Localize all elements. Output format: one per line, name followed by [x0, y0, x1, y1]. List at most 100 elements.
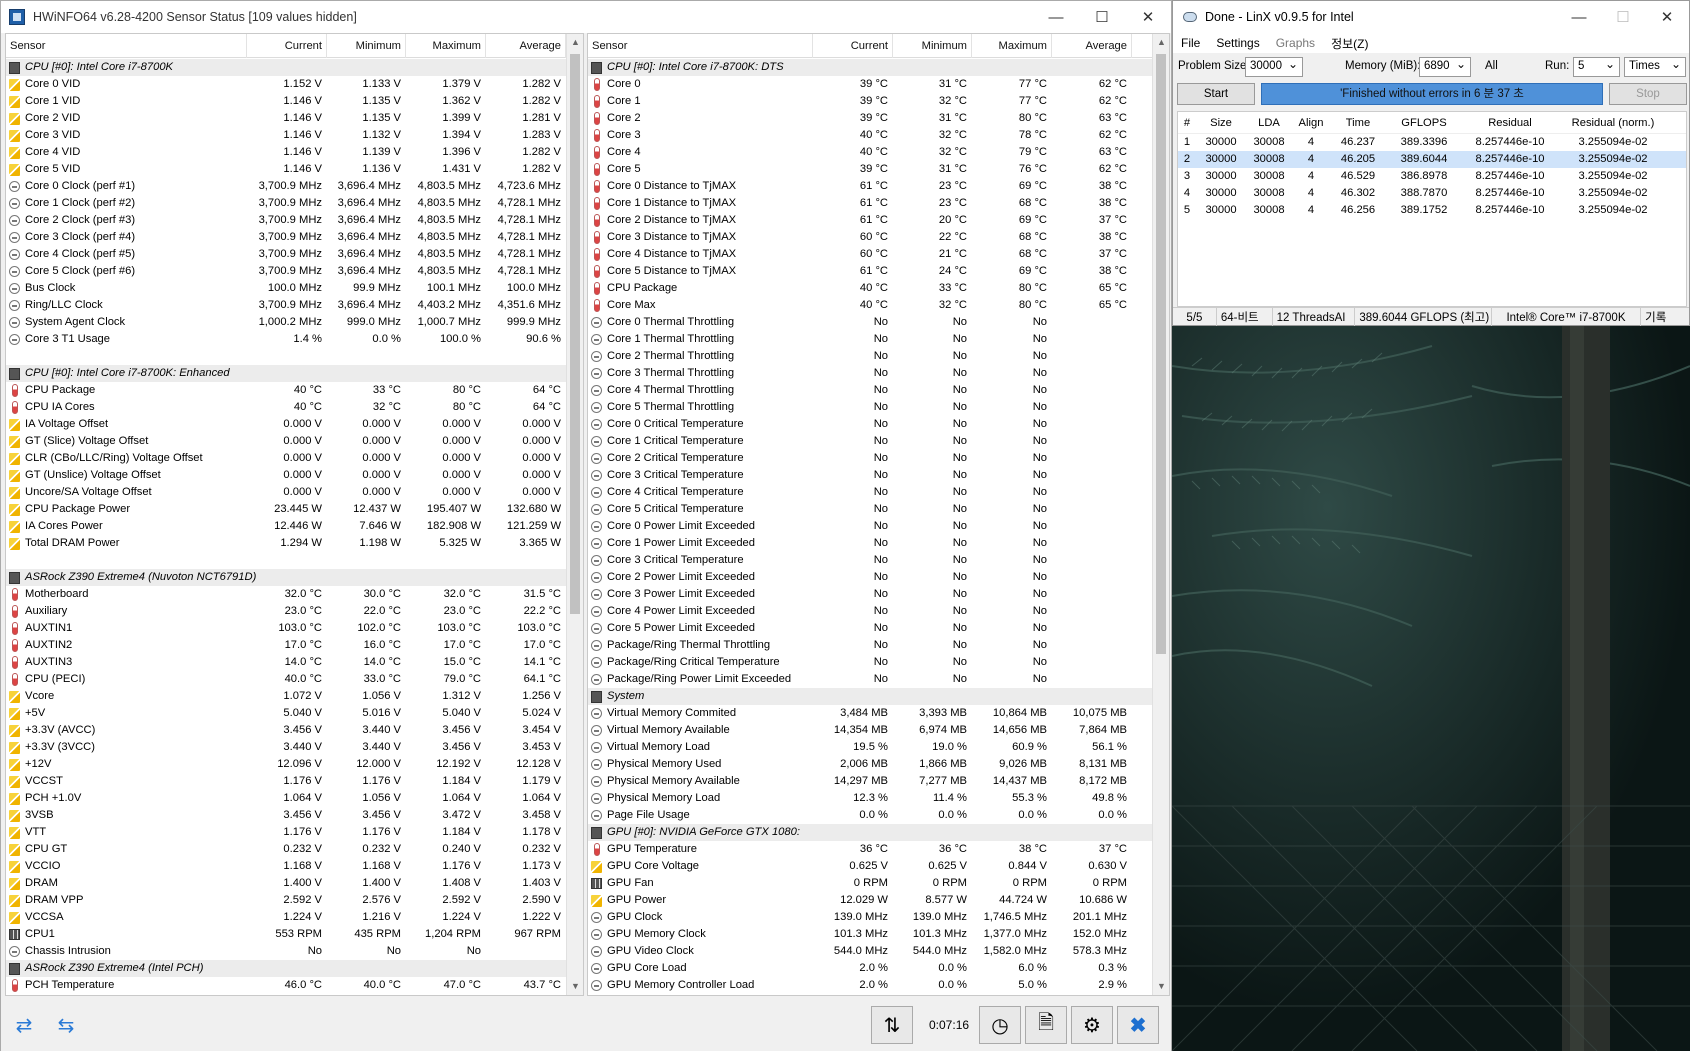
sensor-row[interactable]: Page File Usage 0.0 % 0.0 % 0.0 % 0.0 % — [588, 807, 1169, 824]
sensor-row[interactable]: Chassis Intrusion No No No — [6, 943, 583, 960]
column-average[interactable]: Average — [1052, 34, 1132, 58]
sensor-row[interactable]: Total DRAM Power 1.294 W 1.198 W 5.325 W 3.3… — [6, 535, 583, 552]
sensor-row[interactable]: GPU Video Engine Load0.0 %0.0 %0.0 %0.0 … — [588, 994, 1169, 995]
status-log[interactable]: 기록 — [1641, 308, 1689, 327]
sensor-row[interactable]: CPU (PECI) 40.0 °C 33.0 °C 79.0 °C 64.1 °C — [6, 671, 583, 688]
sensor-row[interactable]: Core 5 39 °C 31 °C 76 °C 62 °C — [588, 161, 1169, 178]
stop-button[interactable]: Stop — [1609, 83, 1687, 105]
sensor-row[interactable]: Core Max 40 °C 32 °C 80 °C 65 °C — [588, 297, 1169, 314]
close-icon[interactable]: ✕ — [1125, 1, 1171, 33]
scroll-thumb[interactable] — [1156, 54, 1166, 654]
sensor-row[interactable]: Ring/LLC Clock 3,700.9 MHz 3,696.4 MHz 4,40… — [6, 297, 583, 314]
results-column-header[interactable]: LDA — [1246, 112, 1292, 133]
sensor-row[interactable]: Physical Memory Used 2,006 MB 1,866 MB 9,02… — [588, 756, 1169, 773]
scrollbar-right[interactable]: ▲ ▼ — [1152, 34, 1169, 995]
sensor-row[interactable]: CPU1 553 RPM 435 RPM 1,204 RPM 967 RPM — [6, 926, 583, 943]
sensor-row[interactable]: Core 4 Clock (perf #5) 3,700.9 MHz 3,696.4… — [6, 246, 583, 263]
sensor-row[interactable]: Core 1 Thermal Throttling No No No — [588, 331, 1169, 348]
sensor-row[interactable]: CLR (CBo/LLC/Ring) Voltage Offset 0.000 V… — [6, 450, 583, 467]
sensor-row[interactable]: Core 2 Distance to TjMAX 61 °C 20 °C 69 °C 3… — [588, 212, 1169, 229]
sensor-row[interactable]: Package/Ring Critical Temperature No No No — [588, 654, 1169, 671]
run-count-select[interactable]: 5 — [1573, 57, 1620, 77]
sensor-row[interactable]: VCCIO 1.168 V 1.168 V 1.176 V 1.173 V — [6, 858, 583, 875]
collapse-arrows-icon[interactable]: ⇆ — [47, 1006, 85, 1044]
scroll-down-icon[interactable]: ▼ — [1153, 978, 1169, 995]
sensor-row[interactable]: Core 5 Power Limit Exceeded No No No — [588, 620, 1169, 637]
minimize-icon[interactable]: — — [1033, 1, 1079, 33]
sensor-row[interactable]: Core 4 40 °C 32 °C 79 °C 63 °C — [588, 144, 1169, 161]
sensor-row[interactable]: GPU Memory Controller Load 2.0 % 0.0 % 5.0 … — [588, 977, 1169, 994]
sensor-row[interactable]: Core 1 Power Limit Exceeded No No No — [588, 535, 1169, 552]
sensor-row[interactable]: GPU Core Load 2.0 % 0.0 % 6.0 % 0.3 % — [588, 960, 1169, 977]
column-maximum[interactable]: Maximum — [972, 34, 1052, 58]
settings-gear-icon[interactable]: ⚙ — [1071, 1006, 1113, 1044]
sensor-group[interactable]: System — [588, 688, 1169, 705]
column-maximum[interactable]: Maximum — [406, 34, 486, 58]
sensor-row[interactable]: Virtual Memory Commited 3,484 MB 3,393 MB 1… — [588, 705, 1169, 722]
sensor-row[interactable]: Core 0 Critical Temperature No No No — [588, 416, 1169, 433]
sensor-row[interactable]: GPU Temperature 36 °C 36 °C 38 °C 37 °C — [588, 841, 1169, 858]
sensor-row[interactable]: Virtual Memory Available 14,354 MB 6,974 M… — [588, 722, 1169, 739]
column-current[interactable]: Current — [813, 34, 893, 58]
sensor-row[interactable]: CPU Package 40 °C 33 °C 80 °C 65 °C — [588, 280, 1169, 297]
results-column-header[interactable]: # — [1178, 112, 1196, 133]
results-column-header[interactable]: Align — [1292, 112, 1330, 133]
close-icon[interactable]: ✕ — [1645, 1, 1689, 33]
sensor-row[interactable]: Core 2 39 °C 31 °C 80 °C 63 °C — [588, 110, 1169, 127]
sensor-row[interactable]: DRAM 1.400 V 1.400 V 1.408 V 1.403 V — [6, 875, 583, 892]
sensor-row[interactable]: Core 2 VID 1.146 V 1.135 V 1.399 V 1.281 V — [6, 110, 583, 127]
sensor-row[interactable]: Core 3 Thermal Throttling No No No — [588, 365, 1169, 382]
sensor-row[interactable]: DRAM VPP 2.592 V 2.576 V 2.592 V 2.590 V — [6, 892, 583, 909]
sensor-row[interactable]: 3VSB 3.456 V 3.456 V 3.472 V 3.458 V — [6, 807, 583, 824]
menu-info[interactable]: 정보(Z) — [1323, 35, 1376, 52]
blank-row[interactable] — [6, 348, 583, 365]
sensor-row[interactable]: Auxiliary 23.0 °C 22.0 °C 23.0 °C 22.2 °C — [6, 603, 583, 620]
sensor-row[interactable]: GPU Fan 0 RPM 0 RPM 0 RPM 0 RPM — [588, 875, 1169, 892]
sensor-row[interactable]: Core 5 Distance to TjMAX 61 °C 24 °C 69 °C 3… — [588, 263, 1169, 280]
sensor-row[interactable]: Core 1 Clock (perf #2) 3,700.9 MHz 3,696.4… — [6, 195, 583, 212]
sensor-row[interactable]: GT (Unslice) Voltage Offset 0.000 V 0.000 … — [6, 467, 583, 484]
linx-title-bar[interactable]: Done - LinX v0.9.5 for Intel — ☐ ✕ — [1173, 1, 1689, 33]
start-button[interactable]: Start — [1177, 83, 1255, 105]
sensor-row[interactable]: Core 4 Thermal Throttling No No No — [588, 382, 1169, 399]
sensor-row[interactable]: Motherboard 32.0 °C 30.0 °C 32.0 °C 31.5 °C — [6, 586, 583, 603]
sensor-row[interactable]: Core 2 Thermal Throttling No No No — [588, 348, 1169, 365]
sensor-row[interactable]: VTT 1.176 V 1.176 V 1.184 V 1.178 V — [6, 824, 583, 841]
sensor-row[interactable]: CPU IA Cores 40 °C 32 °C 80 °C 64 °C — [6, 399, 583, 416]
sensor-group[interactable]: CPU [#0]: Intel Core i7-8700K — [6, 59, 583, 76]
sensor-pane-left[interactable]: Sensor Current Minimum Maximum Average C… — [5, 33, 584, 996]
sensor-row[interactable]: Core 3 VID 1.146 V 1.132 V 1.394 V 1.283 V — [6, 127, 583, 144]
sensor-row[interactable]: GPU Power 12.029 W 8.577 W 44.724 W 10.686 W — [588, 892, 1169, 909]
sensor-row[interactable]: PCH Temperature 46.0 °C 40.0 °C 47.0 °C 43.7… — [6, 977, 583, 994]
sensor-row[interactable]: +3.3V (3VCC) 3.440 V 3.440 V 3.456 V 3.453 V — [6, 739, 583, 756]
results-table[interactable]: # Size LDA Align Time GFLOPS Residual Residual … — [1177, 111, 1687, 307]
sensor-group[interactable]: GPU [#0]: NVIDIA GeForce GTX 1080: — [588, 824, 1169, 841]
results-column-header[interactable]: Time — [1330, 112, 1386, 133]
problem-size-select[interactable]: 30000 — [1245, 57, 1303, 77]
sensor-row[interactable]: PCH +1.0V 1.064 V 1.056 V 1.064 V 1.064 V — [6, 790, 583, 807]
scroll-down-icon[interactable]: ▼ — [567, 978, 583, 995]
sensor-row[interactable]: Core 2 Clock (perf #3) 3,700.9 MHz 3,696.4… — [6, 212, 583, 229]
sensor-row[interactable]: Core 0 39 °C 31 °C 77 °C 62 °C — [588, 76, 1169, 93]
sensor-row[interactable]: GT (Slice) Voltage Offset 0.000 V 0.000 V 0… — [6, 433, 583, 450]
sensor-row[interactable]: IA Voltage Offset 0.000 V 0.000 V 0.000 V 0.… — [6, 416, 583, 433]
sensor-row[interactable]: Core 5 VID 1.146 V 1.136 V 1.431 V 1.282 V — [6, 161, 583, 178]
results-column-header[interactable]: Residual — [1462, 112, 1558, 133]
sensor-row[interactable]: Physical Memory Load 12.3 % 11.4 % 55.3 % 49… — [588, 790, 1169, 807]
results-column-header[interactable]: Residual (norm.) — [1558, 112, 1668, 133]
expand-arrows-icon[interactable]: ⇄ — [5, 1006, 43, 1044]
sensor-row[interactable]: GPU Core Voltage 0.625 V 0.625 V 0.844 V 0.6… — [588, 858, 1169, 875]
results-column-header[interactable]: GFLOPS — [1386, 112, 1462, 133]
column-sensor[interactable]: Sensor — [588, 34, 813, 58]
sensor-row[interactable]: +5V 5.040 V 5.016 V 5.040 V 5.024 V — [6, 705, 583, 722]
sensor-row[interactable]: AUXTIN2 17.0 °C 16.0 °C 17.0 °C 17.0 °C — [6, 637, 583, 654]
sensor-row[interactable]: Core 3 40 °C 32 °C 78 °C 62 °C — [588, 127, 1169, 144]
menu-settings[interactable]: Settings — [1208, 36, 1267, 50]
results-row[interactable]: 3 30000 30008 4 46.529 386.8978 8.257446e-10 3.… — [1178, 168, 1686, 185]
menu-graphs[interactable]: Graphs — [1268, 36, 1323, 50]
sensor-row[interactable]: System Agent Clock 1,000.2 MHz 999.0 MHz 1,… — [6, 314, 583, 331]
sensor-row[interactable]: GPU Clock 139.0 MHz 139.0 MHz 1,746.5 MHz 20… — [588, 909, 1169, 926]
hwinfo-title-bar[interactable]: HWiNFO64 v6.28-4200 Sensor Status [109 v… — [1, 1, 1171, 33]
sensor-row[interactable]: Package/Ring Power Limit Exceeded No No No — [588, 671, 1169, 688]
column-current[interactable]: Current — [247, 34, 327, 58]
